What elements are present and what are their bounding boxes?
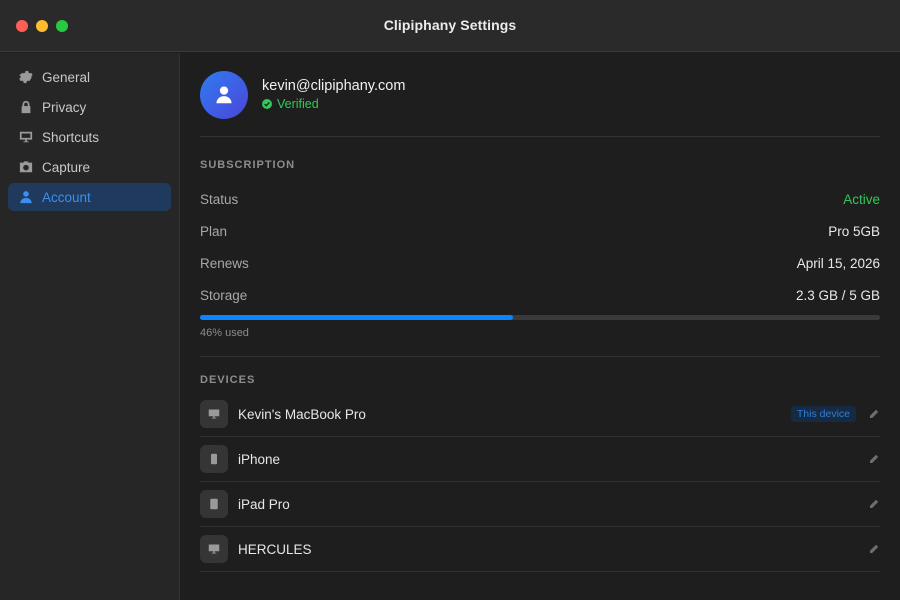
- sidebar-item-label: General: [42, 69, 91, 85]
- sidebar-item-label: Privacy: [42, 99, 87, 115]
- device-name: iPhone: [238, 451, 281, 467]
- devices-section-title: DEVICES: [200, 374, 256, 386]
- device-row-ipad[interactable]: iPad Pro: [200, 482, 880, 527]
- monitor-icon: [200, 535, 228, 563]
- sidebar-item-label: Shortcuts: [42, 129, 100, 145]
- check-circle-icon: [262, 99, 272, 109]
- this-device-badge: This device: [790, 406, 856, 422]
- monitor-icon: [200, 400, 228, 428]
- avatar: [200, 70, 248, 119]
- device-name: Kevin's MacBook Pro: [238, 406, 366, 422]
- plan-value: Pro 5GB: [828, 223, 880, 239]
- device-name: iPad Pro: [238, 496, 290, 512]
- profile-header: kevin@clipiphany.com Verified: [200, 53, 880, 137]
- plan-label: Plan: [200, 223, 228, 239]
- plan-row: Plan Pro 5GB: [200, 215, 880, 247]
- monitor-icon: [18, 129, 34, 145]
- storage-progress-bar: [200, 315, 880, 320]
- sidebar: General Privacy Shortcuts Capture Accoun…: [0, 53, 180, 600]
- storage-label: Storage: [200, 287, 248, 303]
- sidebar-item-label: Account: [42, 189, 91, 205]
- sidebar-item-label: Capture: [42, 159, 91, 175]
- storage-usage-note: 46% used: [200, 327, 880, 357]
- pencil-icon[interactable]: [868, 498, 880, 510]
- status-label: Status: [200, 191, 239, 207]
- sidebar-item-general[interactable]: General: [8, 63, 171, 91]
- person-icon: [18, 189, 34, 205]
- storage-row: Storage 2.3 GB / 5 GB: [200, 279, 880, 311]
- renews-value: April 15, 2026: [796, 255, 880, 271]
- pencil-icon[interactable]: [868, 408, 880, 420]
- storage-progress-fill: [200, 315, 513, 320]
- device-row-macbook[interactable]: Kevin's MacBook Pro This device: [200, 392, 880, 437]
- device-name: HERCULES: [238, 541, 312, 557]
- pencil-icon[interactable]: [868, 453, 880, 465]
- account-email: kevin@clipiphany.com: [262, 78, 406, 94]
- sidebar-item-shortcuts[interactable]: Shortcuts: [8, 123, 171, 151]
- sidebar-item-privacy[interactable]: Privacy: [8, 93, 171, 121]
- window-title: Clipiphany Settings: [383, 17, 517, 33]
- pencil-icon[interactable]: [868, 543, 880, 555]
- tablet-icon: [200, 490, 228, 518]
- verified-status: Verified: [262, 97, 405, 111]
- gear-icon: [18, 69, 34, 85]
- device-row-iphone[interactable]: iPhone: [200, 437, 880, 482]
- phone-icon: [200, 445, 228, 473]
- status-value: Active: [843, 191, 880, 207]
- renews-row: Renews April 15, 2026: [200, 247, 880, 279]
- device-row-hercules[interactable]: HERCULES: [200, 527, 880, 572]
- account-panel: kevin@clipiphany.com Verified SUBSCRIPTI…: [181, 53, 900, 600]
- sidebar-item-account[interactable]: Account: [8, 183, 171, 211]
- subscription-section-title: SUBSCRIPTION: [200, 159, 296, 171]
- title-bar: Clipiphany Settings: [0, 0, 900, 52]
- settings-window: Clipiphany Settings General Privacy Shor…: [0, 0, 900, 600]
- status-row: Status Active: [200, 183, 880, 215]
- person-icon: [216, 85, 232, 103]
- verified-label: Verified: [277, 97, 319, 111]
- storage-value: 2.3 GB / 5 GB: [795, 287, 880, 303]
- camera-icon: [18, 159, 34, 175]
- renews-label: Renews: [200, 255, 249, 271]
- sidebar-item-capture[interactable]: Capture: [8, 153, 171, 181]
- lock-icon: [18, 99, 34, 115]
